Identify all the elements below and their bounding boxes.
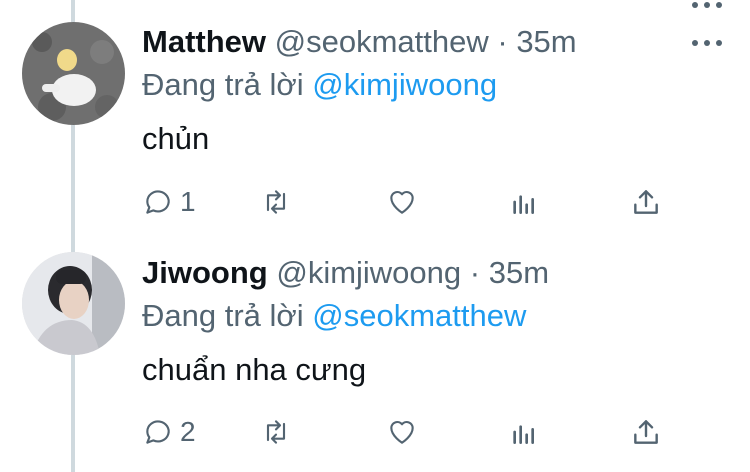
separator-dot: · [469,255,481,290]
reply-count: 1 [180,186,196,217]
analytics-icon [513,195,534,214]
user-handle[interactable]: @kimjiwoong [276,255,461,290]
retweet-button[interactable] [260,414,292,450]
action-bar: 2 [142,414,682,450]
reply-button[interactable]: 2 [142,414,196,450]
heart-icon [390,190,414,214]
heart-icon [390,420,414,444]
share-icon [634,420,658,444]
mention-link[interactable]: @seokmatthew [312,298,526,333]
replying-to: Đang trả lời @seokmatthew [142,296,526,336]
avatar-photo [22,22,125,125]
share-icon [634,190,658,214]
avatar[interactable] [22,22,125,125]
avatar-photo [22,252,125,355]
tweet-header: Matthew @seokmatthew · 35m [142,22,577,62]
share-button[interactable] [630,184,662,220]
like-button[interactable] [386,184,418,220]
retweet-button[interactable] [260,184,292,220]
analytics-button[interactable] [508,184,540,220]
analytics-icon [513,425,534,444]
reply-button[interactable]: 1 [142,184,196,220]
replying-to-label: Đang trả lời [142,67,304,102]
more-icon[interactable] [692,0,722,10]
more-icon[interactable] [692,38,722,48]
tweet[interactable]: Jiwoong @kimjiwoong · 35m Đang trả lời @… [0,236,750,472]
comment-icon [146,190,170,214]
comment-icon [146,420,170,444]
share-button[interactable] [630,414,662,450]
reply-count: 2 [180,416,196,447]
replying-to-label: Đang trả lời [142,298,304,333]
avatar[interactable] [22,252,125,355]
like-button[interactable] [386,414,418,450]
action-bar: 1 [142,184,682,220]
user-handle[interactable]: @seokmatthew [275,24,489,59]
separator-dot: · [497,24,508,59]
display-name[interactable]: Matthew [142,24,266,59]
tweet-header: Jiwoong @kimjiwoong · 35m [142,253,549,293]
replying-to: Đang trả lời @kimjiwoong [142,65,497,105]
tweet-text: chủn [142,121,210,156]
timestamp[interactable]: 35m [516,24,576,59]
tweet[interactable]: Matthew @seokmatthew · 35m Đang trả lời … [0,0,750,236]
display-name[interactable]: Jiwoong [142,255,268,290]
tweet-text: chuẩn nha cưng [142,352,367,387]
analytics-button[interactable] [508,414,540,450]
retweet-icon [266,190,286,214]
mention-link[interactable]: @kimjiwoong [312,67,497,102]
retweet-icon [266,420,286,444]
timestamp[interactable]: 35m [489,255,549,290]
